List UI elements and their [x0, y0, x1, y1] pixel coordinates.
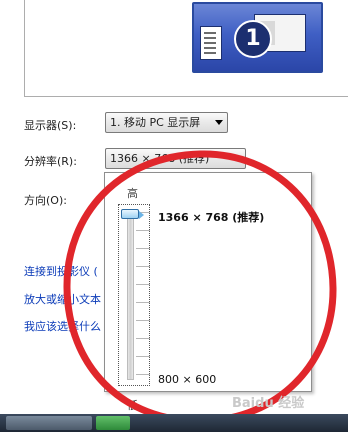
- baidu-watermark: Baidu 经验: [232, 396, 305, 411]
- display-label: 显示器(S):: [24, 119, 77, 132]
- monitor-number-badge: 1: [234, 20, 272, 58]
- monitor-1-tile[interactable]: 1: [192, 2, 323, 73]
- red-annotation-ellipse: [63, 150, 337, 425]
- window-thumbnail-icon: [200, 26, 222, 60]
- display-select[interactable]: 1. 移动 PC 显示屏: [105, 112, 228, 133]
- taskbar-button[interactable]: [6, 416, 92, 430]
- chevron-down-icon: [215, 120, 223, 125]
- orientation-label: 方向(O):: [24, 194, 67, 207]
- display-select-value: 1. 移动 PC 显示屏: [110, 116, 201, 129]
- taskbar-button[interactable]: [96, 416, 130, 430]
